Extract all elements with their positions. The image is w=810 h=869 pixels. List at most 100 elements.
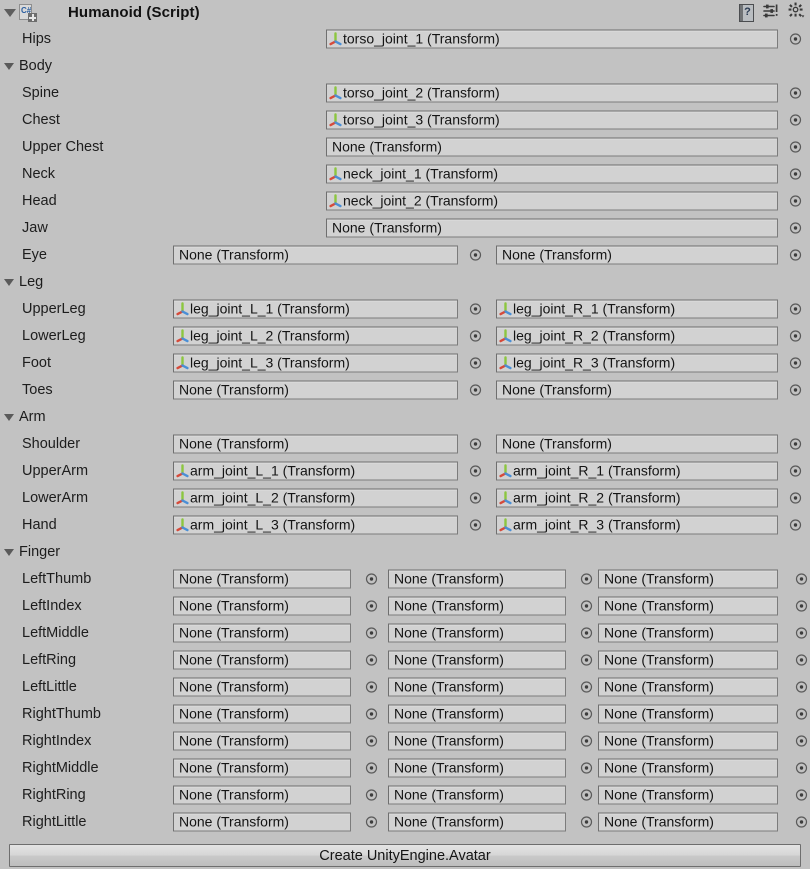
object-field[interactable]: None (Transform)	[598, 677, 778, 696]
object-field[interactable]: None (Transform)	[388, 785, 566, 804]
foldout-triangle-icon[interactable]	[4, 278, 14, 286]
object-picker-button[interactable]	[789, 113, 802, 126]
object-picker-button[interactable]	[580, 788, 593, 801]
object-picker-icon[interactable]	[789, 32, 802, 45]
object-picker-icon[interactable]	[469, 248, 482, 261]
object-field[interactable]: None (Transform)	[388, 731, 566, 750]
object-picker-button[interactable]	[795, 572, 808, 585]
object-field[interactable]: None (Transform)	[388, 758, 566, 777]
object-field[interactable]: None (Transform)	[173, 596, 351, 615]
object-picker-button[interactable]	[365, 761, 378, 774]
object-field[interactable]: None (Transform)	[496, 434, 778, 453]
object-picker-button[interactable]	[365, 707, 378, 720]
object-picker-button[interactable]	[789, 194, 802, 207]
object-field[interactable]: None (Transform)	[388, 677, 566, 696]
object-picker-icon[interactable]	[365, 626, 378, 639]
object-picker-button[interactable]	[580, 572, 593, 585]
object-picker-icon[interactable]	[789, 437, 802, 450]
object-picker-button[interactable]	[469, 356, 482, 369]
object-picker-icon[interactable]	[789, 194, 802, 207]
object-picker-icon[interactable]	[580, 572, 593, 585]
object-picker-button[interactable]	[580, 680, 593, 693]
gear-icon[interactable]	[788, 2, 805, 23]
object-picker-button[interactable]	[365, 680, 378, 693]
object-field[interactable]: None (Transform)	[173, 245, 458, 264]
object-picker-icon[interactable]	[469, 518, 482, 531]
object-picker-button[interactable]	[789, 491, 802, 504]
object-picker-button[interactable]	[789, 383, 802, 396]
object-picker-icon[interactable]	[365, 707, 378, 720]
object-picker-icon[interactable]	[580, 815, 593, 828]
object-picker-button[interactable]	[365, 734, 378, 747]
object-field[interactable]: None (Transform)	[173, 731, 351, 750]
object-field[interactable]: torso_joint_2 (Transform)	[326, 83, 778, 102]
object-picker-icon[interactable]	[580, 626, 593, 639]
object-picker-icon[interactable]	[789, 464, 802, 477]
object-field[interactable]: None (Transform)	[388, 596, 566, 615]
object-picker-icon[interactable]	[365, 788, 378, 801]
object-picker-icon[interactable]	[365, 734, 378, 747]
object-field[interactable]: None (Transform)	[496, 380, 778, 399]
object-picker-icon[interactable]	[795, 815, 808, 828]
object-picker-icon[interactable]	[789, 383, 802, 396]
object-picker-button[interactable]	[789, 518, 802, 531]
object-picker-button[interactable]	[469, 518, 482, 531]
object-field[interactable]: None (Transform)	[598, 650, 778, 669]
object-picker-button[interactable]	[789, 329, 802, 342]
object-field[interactable]: None (Transform)	[598, 758, 778, 777]
object-picker-icon[interactable]	[795, 707, 808, 720]
object-picker-button[interactable]	[789, 86, 802, 99]
object-field[interactable]: arm_joint_R_2 (Transform)	[496, 488, 778, 507]
object-picker-icon[interactable]	[795, 680, 808, 693]
object-field[interactable]: None (Transform)	[173, 758, 351, 777]
section-header-finger[interactable]: Finger	[0, 538, 810, 565]
object-field[interactable]: None (Transform)	[326, 137, 778, 156]
object-picker-button[interactable]	[365, 653, 378, 666]
object-picker-button[interactable]	[365, 572, 378, 585]
object-picker-icon[interactable]	[469, 329, 482, 342]
object-picker-button[interactable]	[365, 815, 378, 828]
object-field[interactable]: None (Transform)	[173, 650, 351, 669]
object-picker-icon[interactable]	[580, 734, 593, 747]
object-picker-icon[interactable]	[469, 464, 482, 477]
object-field[interactable]: leg_joint_L_2 (Transform)	[173, 326, 458, 345]
object-picker-button[interactable]	[789, 32, 802, 45]
object-picker-button[interactable]	[580, 734, 593, 747]
object-picker-icon[interactable]	[795, 626, 808, 639]
object-picker-icon[interactable]	[469, 437, 482, 450]
object-picker-icon[interactable]	[469, 491, 482, 504]
object-picker-icon[interactable]	[789, 221, 802, 234]
object-picker-icon[interactable]	[789, 302, 802, 315]
object-picker-icon[interactable]	[795, 653, 808, 666]
object-field[interactable]: None (Transform)	[388, 650, 566, 669]
object-picker-icon[interactable]	[795, 788, 808, 801]
object-picker-icon[interactable]	[789, 356, 802, 369]
object-field[interactable]: None (Transform)	[598, 569, 778, 588]
object-field[interactable]: None (Transform)	[326, 218, 778, 237]
object-field[interactable]: None (Transform)	[388, 704, 566, 723]
object-field[interactable]: None (Transform)	[598, 812, 778, 831]
object-field[interactable]: torso_joint_3 (Transform)	[326, 110, 778, 129]
object-picker-icon[interactable]	[580, 599, 593, 612]
object-field[interactable]: leg_joint_R_3 (Transform)	[496, 353, 778, 372]
object-picker-button[interactable]	[789, 167, 802, 180]
object-picker-button[interactable]	[795, 734, 808, 747]
object-picker-button[interactable]	[365, 626, 378, 639]
object-field[interactable]: leg_joint_R_1 (Transform)	[496, 299, 778, 318]
object-picker-button[interactable]	[580, 815, 593, 828]
create-avatar-button[interactable]: Create UnityEngine.Avatar	[9, 844, 801, 867]
object-field[interactable]: leg_joint_L_3 (Transform)	[173, 353, 458, 372]
section-header-body[interactable]: Body	[0, 52, 810, 79]
object-field[interactable]: None (Transform)	[173, 785, 351, 804]
object-picker-button[interactable]	[795, 680, 808, 693]
object-picker-button[interactable]	[795, 626, 808, 639]
object-picker-button[interactable]	[789, 302, 802, 315]
object-field[interactable]: None (Transform)	[173, 677, 351, 696]
object-field[interactable]: None (Transform)	[173, 623, 351, 642]
foldout-triangle-icon[interactable]	[4, 8, 16, 17]
section-header-leg[interactable]: Leg	[0, 268, 810, 295]
object-picker-button[interactable]	[580, 761, 593, 774]
object-picker-button[interactable]	[795, 599, 808, 612]
object-field[interactable]: torso_joint_1 (Transform)	[326, 29, 778, 48]
object-field[interactable]: neck_joint_1 (Transform)	[326, 164, 778, 183]
